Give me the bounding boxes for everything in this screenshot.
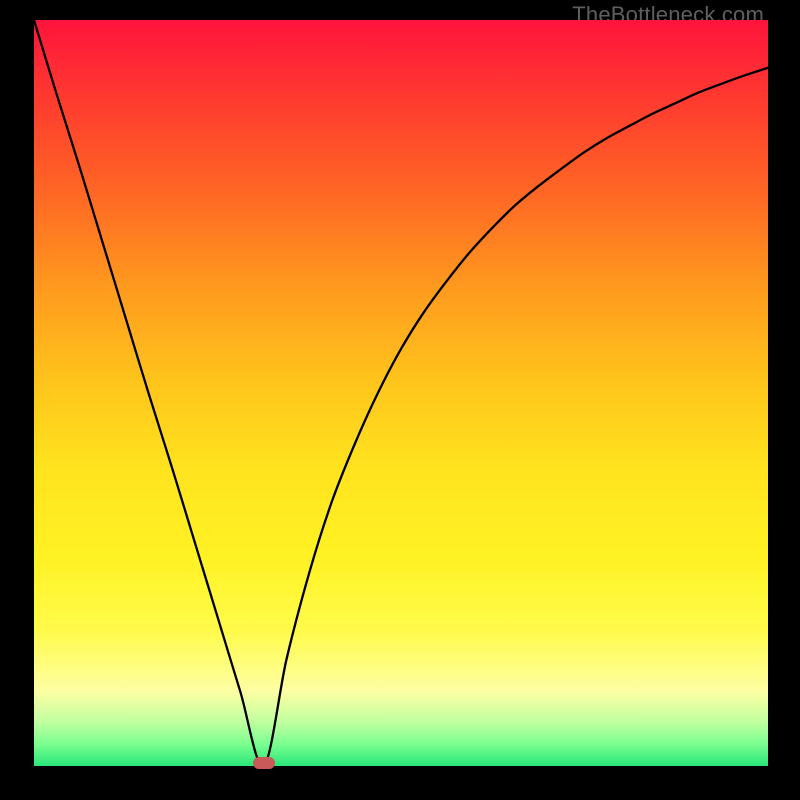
minimum-marker: [253, 757, 275, 769]
chart-container: TheBottleneck.com: [0, 0, 800, 800]
plot-area: [34, 20, 768, 766]
bottleneck-curve: [34, 20, 768, 766]
